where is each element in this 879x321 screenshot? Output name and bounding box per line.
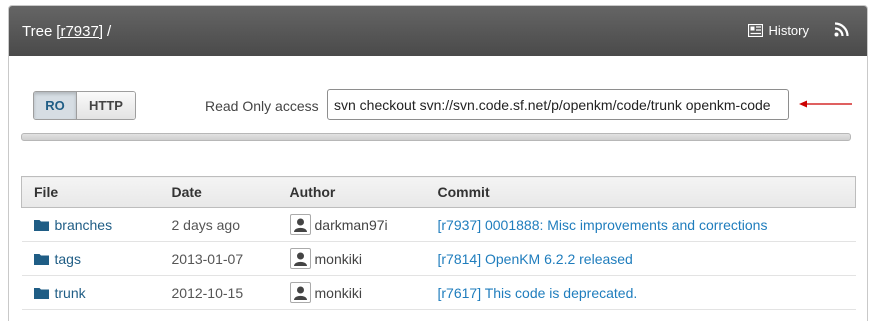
user-icon: [293, 218, 307, 232]
title-suffix: /: [107, 22, 112, 40]
panel-header: Tree [r7937] / History: [9, 6, 867, 56]
commit-link[interactable]: [r7937] 0001888: Misc improvements and c…: [438, 217, 768, 233]
commit-link[interactable]: [r7814] OpenKM 6.2.2 released: [438, 251, 633, 267]
file-table: File Date Author Commit branches 2 days …: [21, 176, 856, 310]
table-row: branches 2 days ago darkman97i [r7937] 0…: [21, 207, 856, 242]
revision-link[interactable]: [r7937]: [56, 23, 103, 40]
file-cell: trunk: [21, 275, 160, 310]
column-header-date[interactable]: Date: [159, 176, 278, 208]
file-link[interactable]: trunk: [55, 285, 86, 301]
column-header-author[interactable]: Author: [277, 176, 426, 208]
avatar: [289, 282, 311, 303]
commit-link[interactable]: [r7617] This code is deprecated.: [438, 285, 638, 301]
rss-button[interactable]: [834, 22, 849, 40]
table-row: trunk 2012-10-15 monkiki [r7617] This co…: [21, 275, 856, 310]
history-label: History: [768, 23, 809, 38]
commit-cell: [r7937] 0001888: Misc improvements and c…: [425, 207, 856, 242]
author-name[interactable]: monkiki: [315, 251, 362, 267]
author-cell: monkiki: [277, 241, 426, 276]
author-cell: darkman97i: [277, 207, 426, 242]
author-cell: monkiki: [277, 275, 426, 310]
author-name[interactable]: monkiki: [315, 285, 362, 301]
date-cell: 2013-01-07: [159, 241, 278, 276]
page-title: Tree [r7937] /: [22, 23, 111, 40]
avatar: [289, 248, 311, 269]
history-button[interactable]: History: [747, 23, 809, 38]
commit-cell: [r7814] OpenKM 6.2.2 released: [425, 241, 856, 276]
table-row: tags 2013-01-07 monkiki [r7814] OpenKM 6…: [21, 241, 856, 276]
divider-bar: [21, 133, 851, 141]
user-icon: [293, 252, 307, 266]
folder-icon: [33, 253, 49, 265]
access-label: Read Only access: [205, 98, 319, 114]
column-header-file[interactable]: File: [21, 176, 160, 208]
file-cell: tags: [21, 241, 160, 276]
history-icon: [747, 24, 763, 37]
user-icon: [293, 286, 307, 300]
ro-tab[interactable]: RO: [34, 92, 77, 119]
date-cell: 2 days ago: [159, 207, 278, 242]
rss-icon: [834, 22, 849, 37]
commit-cell: [r7617] This code is deprecated.: [425, 275, 856, 310]
table-header-row: File Date Author Commit: [21, 176, 856, 208]
author-name[interactable]: darkman97i: [315, 217, 388, 233]
file-link[interactable]: branches: [55, 217, 113, 233]
column-header-commit[interactable]: Commit: [425, 176, 856, 208]
folder-icon: [33, 219, 49, 231]
title-prefix: Tree: [22, 22, 53, 40]
http-tab[interactable]: HTTP: [77, 92, 135, 119]
checkout-command-field[interactable]: [327, 89, 789, 120]
file-cell: branches: [21, 207, 160, 242]
code-browser-panel: Tree [r7937] / History RO HTTP Read Only…: [8, 5, 868, 321]
avatar: [289, 214, 311, 235]
arrow-left-icon: [799, 100, 852, 108]
access-mode-toggle: RO HTTP: [33, 91, 136, 120]
folder-icon: [33, 287, 49, 299]
file-link[interactable]: tags: [55, 251, 81, 267]
date-cell: 2012-10-15: [159, 275, 278, 310]
